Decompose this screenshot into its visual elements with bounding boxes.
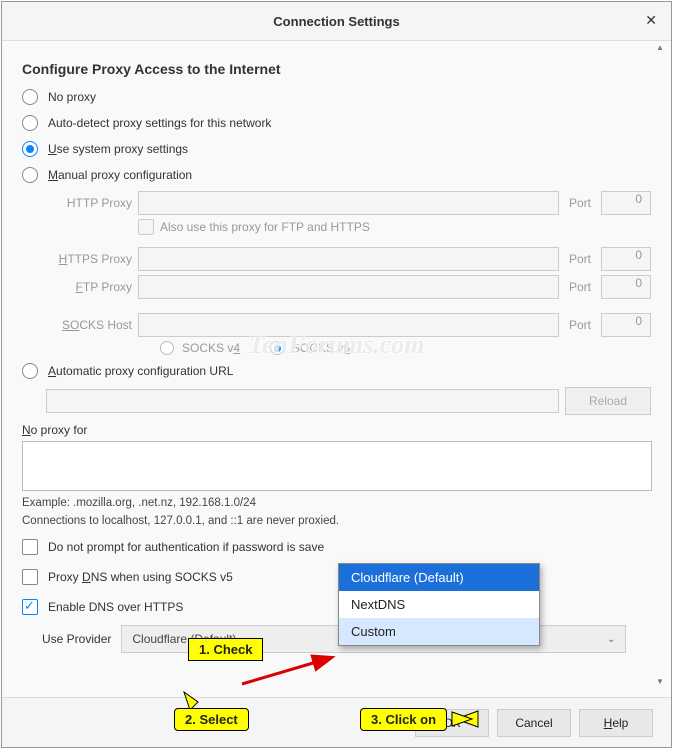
socks-host-label: SOCKS Host (42, 318, 132, 332)
scroll-down-icon[interactable]: ▼ (653, 675, 667, 689)
no-proxy-example: Example: .mozilla.org, .net.nz, 192.168.… (22, 497, 651, 509)
https-proxy-input[interactable] (138, 247, 559, 271)
provider-label: Use Provider (42, 632, 111, 646)
ftp-port-input[interactable]: 0 (601, 275, 651, 299)
ftp-port-label: Port (565, 280, 595, 294)
radio-auto-config-url-label: Automatic proxy configuration URL (48, 364, 233, 378)
scroll-up-icon[interactable]: ▲ (653, 41, 667, 55)
reload-button[interactable]: Reload (565, 387, 651, 415)
chevron-down-icon: ⌄ (607, 634, 615, 645)
checkbox-enable-doh[interactable] (22, 599, 38, 615)
provider-option-cloudflare[interactable]: Cloudflare (Default) (339, 564, 539, 591)
content-area: ▲ ▼ Configure Proxy Access to the Intern… (2, 41, 671, 689)
arrow-icon-callout3 (442, 707, 482, 731)
checkbox-proxy-dns-socks5-label: Proxy DNS when using SOCKS v5 (48, 570, 233, 584)
callout-1-check: 1. Check (188, 638, 263, 661)
callout-3-click-on: 3. Click on (360, 708, 447, 731)
checkbox-enable-doh-label: Enable DNS over HTTPS (48, 600, 183, 614)
radio-socks-v4[interactable] (160, 341, 174, 355)
close-icon[interactable]: ✕ (645, 12, 657, 29)
ftp-proxy-label: FTP Proxy (42, 280, 132, 294)
radio-auto-detect[interactable] (22, 115, 38, 131)
ftp-proxy-input[interactable] (138, 275, 559, 299)
dialog-title: Connection Settings (273, 14, 399, 29)
scrollbar[interactable]: ▲ ▼ (653, 41, 667, 689)
http-port-label: Port (565, 196, 595, 210)
localhost-note: Connections to localhost, 127.0.0.1, and… (22, 515, 651, 527)
radio-manual-proxy-label: Manual proxy configuration (48, 168, 192, 182)
provider-option-custom[interactable]: Custom (339, 618, 539, 645)
https-proxy-label: HTTPS Proxy (42, 252, 132, 266)
socks-port-label: Port (565, 318, 595, 332)
radio-system-proxy[interactable] (22, 141, 38, 157)
radio-no-proxy-label: No proxy (48, 90, 96, 104)
cancel-button[interactable]: Cancel (497, 709, 571, 737)
provider-dropdown: Cloudflare (Default) NextDNS Custom (338, 563, 540, 646)
checkbox-proxy-dns-socks5[interactable] (22, 569, 38, 585)
socks-port-input[interactable]: 0 (601, 313, 651, 337)
callout-2-select: 2. Select (174, 708, 249, 731)
section-heading: Configure Proxy Access to the Internet (22, 61, 651, 77)
radio-socks-v5-label: SOCKS v5 (292, 341, 350, 355)
titlebar: Connection Settings ✕ (2, 2, 671, 40)
provider-option-nextdns[interactable]: NextDNS (339, 591, 539, 618)
https-port-input[interactable]: 0 (601, 247, 651, 271)
checkbox-also-proxy-label: Also use this proxy for FTP and HTTPS (160, 220, 370, 234)
http-port-input[interactable]: 0 (601, 191, 651, 215)
checkbox-no-prompt-auth-label: Do not prompt for authentication if pass… (48, 540, 324, 554)
auto-config-url-input[interactable] (46, 389, 559, 413)
checkbox-no-prompt-auth[interactable] (22, 539, 38, 555)
radio-manual-proxy[interactable] (22, 167, 38, 183)
radio-no-proxy[interactable] (22, 89, 38, 105)
dialog-footer: OK Cancel Help (2, 697, 671, 747)
socks-host-input[interactable] (138, 313, 559, 337)
radio-auto-detect-label: Auto-detect proxy settings for this netw… (48, 116, 271, 130)
radio-socks-v5[interactable] (270, 341, 284, 355)
radio-auto-config-url[interactable] (22, 363, 38, 379)
no-proxy-for-input[interactable] (22, 441, 652, 491)
help-button[interactable]: Help (579, 709, 653, 737)
radio-socks-v4-label: SOCKS v4 (182, 341, 240, 355)
http-proxy-input[interactable] (138, 191, 559, 215)
https-port-label: Port (565, 252, 595, 266)
no-proxy-for-label: No proxy for (22, 423, 651, 437)
radio-system-proxy-label: Use system proxy settings (48, 142, 188, 156)
http-proxy-label: HTTP Proxy (42, 196, 132, 210)
checkbox-also-proxy[interactable] (138, 219, 154, 235)
